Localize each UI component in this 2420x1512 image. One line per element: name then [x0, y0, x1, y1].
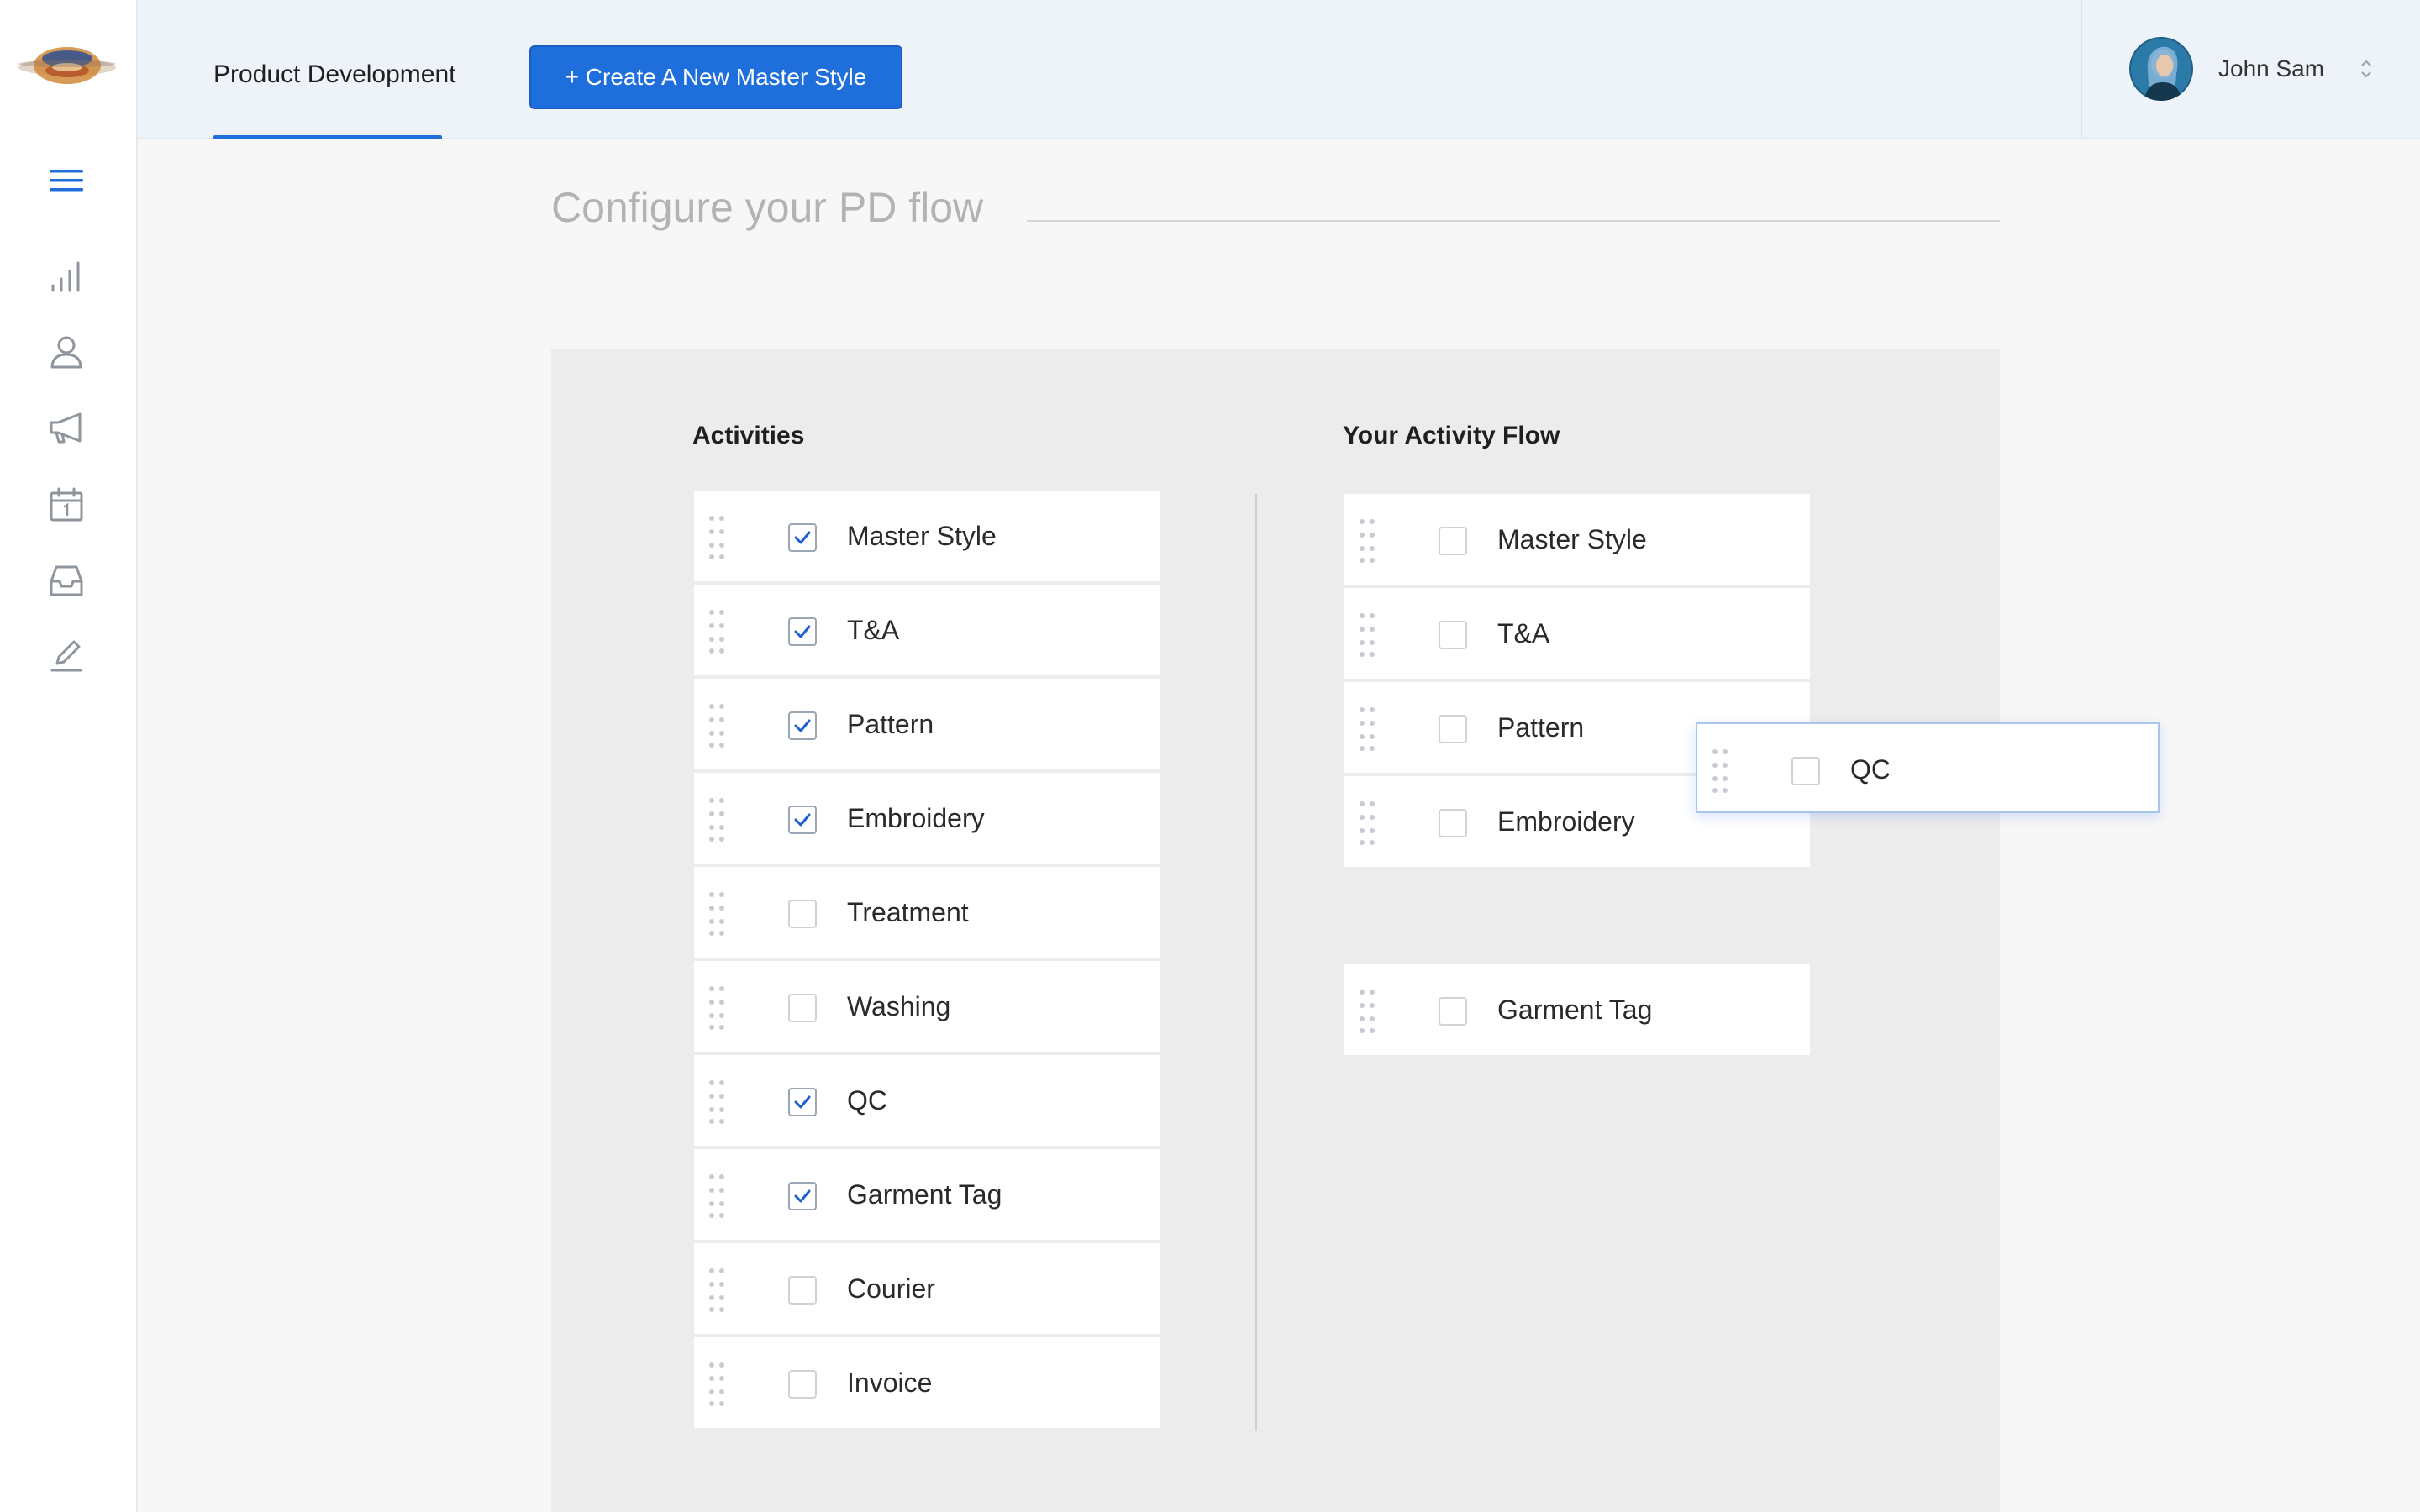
activity-row[interactable]: Embroidery: [694, 773, 1160, 864]
drag-handle-icon[interactable]: [1712, 749, 1733, 793]
activity-checkbox[interactable]: [788, 617, 817, 646]
active-tab-indicator: [213, 135, 442, 139]
activity-row[interactable]: T&A: [694, 585, 1160, 675]
activity-label: QC: [847, 1085, 887, 1116]
drag-handle-icon[interactable]: [709, 1080, 729, 1124]
activity-label: Pattern: [847, 709, 934, 739]
activity-label: Embroidery: [1497, 806, 1635, 837]
drag-handle-icon[interactable]: [1360, 990, 1380, 1033]
user-menu[interactable]: John Sam: [2129, 34, 2398, 104]
activity-label: Embroidery: [847, 803, 985, 833]
activity-flow-heading: Your Activity Flow: [1343, 422, 1560, 449]
page-title: Configure your PD flow: [551, 184, 984, 231]
checkmark-icon: [794, 625, 811, 638]
activity-row[interactable]: Pattern: [694, 679, 1160, 769]
calendar-icon[interactable]: [44, 482, 89, 528]
drag-handle-icon[interactable]: [1360, 707, 1380, 751]
create-master-style-button[interactable]: + Create A New Master Style: [529, 45, 902, 109]
activity-checkbox[interactable]: [788, 994, 817, 1022]
activity-checkbox[interactable]: [1439, 715, 1467, 743]
tab-product-development[interactable]: Product Development: [213, 0, 456, 139]
checkmark-icon: [794, 1095, 811, 1109]
title-divider: [1027, 220, 2000, 222]
activity-checkbox[interactable]: [788, 806, 817, 834]
drag-handle-icon[interactable]: [709, 704, 729, 748]
activity-row[interactable]: Treatment: [694, 867, 1160, 958]
activity-label: T&A: [1497, 618, 1550, 648]
drag-handle-icon[interactable]: [709, 1268, 729, 1312]
flow-config-panel: Activities Your Activity Flow Master Sty…: [551, 349, 2000, 1512]
dragging-activity-card[interactable]: QC: [1696, 722, 2160, 813]
activity-row[interactable]: T&A: [1344, 588, 1810, 679]
checkmark-icon: [794, 1189, 811, 1203]
activity-checkbox[interactable]: [788, 1088, 817, 1116]
activity-row[interactable]: QC: [694, 1055, 1160, 1146]
column-divider: [1255, 494, 1257, 1431]
activity-label: Pattern: [1497, 712, 1585, 743]
checkmark-icon: [794, 813, 811, 827]
activity-row[interactable]: Garment Tag: [1344, 964, 1810, 1055]
drag-handle-icon[interactable]: [1360, 801, 1380, 845]
activity-checkbox[interactable]: [1439, 809, 1467, 837]
activity-label: Master Style: [847, 521, 997, 551]
activity-checkbox[interactable]: [788, 1370, 817, 1399]
company-logo[interactable]: [15, 34, 119, 101]
user-icon[interactable]: [44, 329, 89, 375]
activity-checkbox[interactable]: [788, 1276, 817, 1305]
edit-icon[interactable]: [44, 633, 89, 679]
activity-label: Garment Tag: [847, 1179, 1002, 1210]
activity-checkbox[interactable]: [1439, 621, 1467, 649]
drag-handle-icon[interactable]: [709, 610, 729, 654]
activity-row[interactable]: Master Style: [694, 491, 1160, 581]
top-header: Product Development + Create A New Maste…: [138, 0, 2420, 139]
tab-label: Product Development: [213, 60, 456, 88]
drag-handle-icon[interactable]: [709, 798, 729, 842]
drag-handle-icon[interactable]: [709, 516, 729, 559]
drag-handle-icon[interactable]: [709, 1174, 729, 1218]
drag-handle-icon[interactable]: [709, 892, 729, 936]
activity-label: QC: [1850, 754, 1891, 785]
activity-checkbox[interactable]: [788, 900, 817, 928]
activity-row[interactable]: Courier: [694, 1243, 1160, 1334]
activity-label: Courier: [847, 1273, 935, 1304]
activity-checkbox[interactable]: [1439, 997, 1467, 1026]
checkmark-icon: [794, 531, 811, 544]
drag-handle-icon[interactable]: [1360, 613, 1380, 657]
activity-row[interactable]: Invoice: [694, 1337, 1160, 1428]
activity-row[interactable]: Garment Tag: [694, 1149, 1160, 1240]
sort-caret-icon[interactable]: [2358, 57, 2375, 81]
avatar[interactable]: [2129, 37, 2193, 101]
activity-label: Treatment: [847, 897, 969, 927]
megaphone-icon[interactable]: [44, 405, 89, 450]
drag-handle-icon[interactable]: [709, 1362, 729, 1406]
activity-checkbox[interactable]: [788, 711, 817, 740]
user-name: John Sam: [2218, 55, 2325, 81]
activity-label: T&A: [847, 615, 900, 645]
drag-handle-icon[interactable]: [709, 986, 729, 1030]
hamburger-menu-icon[interactable]: [44, 158, 89, 203]
activity-checkbox[interactable]: [1439, 527, 1467, 555]
activity-label: Garment Tag: [1497, 995, 1653, 1025]
activity-label: Washing: [847, 991, 951, 1021]
activity-label: Invoice: [847, 1368, 933, 1398]
bar-chart-icon[interactable]: [44, 254, 89, 299]
activities-heading: Activities: [692, 422, 805, 449]
activity-checkbox[interactable]: [788, 523, 817, 552]
activity-checkbox[interactable]: [1791, 757, 1820, 785]
activity-row[interactable]: Master Style: [1344, 494, 1810, 585]
activity-row[interactable]: Washing: [694, 961, 1160, 1052]
inbox-icon[interactable]: [44, 558, 89, 603]
activity-checkbox[interactable]: [788, 1182, 817, 1210]
checkmark-icon: [794, 719, 811, 732]
sidebar: [0, 0, 138, 1512]
header-divider: [2081, 0, 2082, 139]
drag-handle-icon[interactable]: [1360, 519, 1380, 563]
activity-label: Master Style: [1497, 524, 1647, 554]
